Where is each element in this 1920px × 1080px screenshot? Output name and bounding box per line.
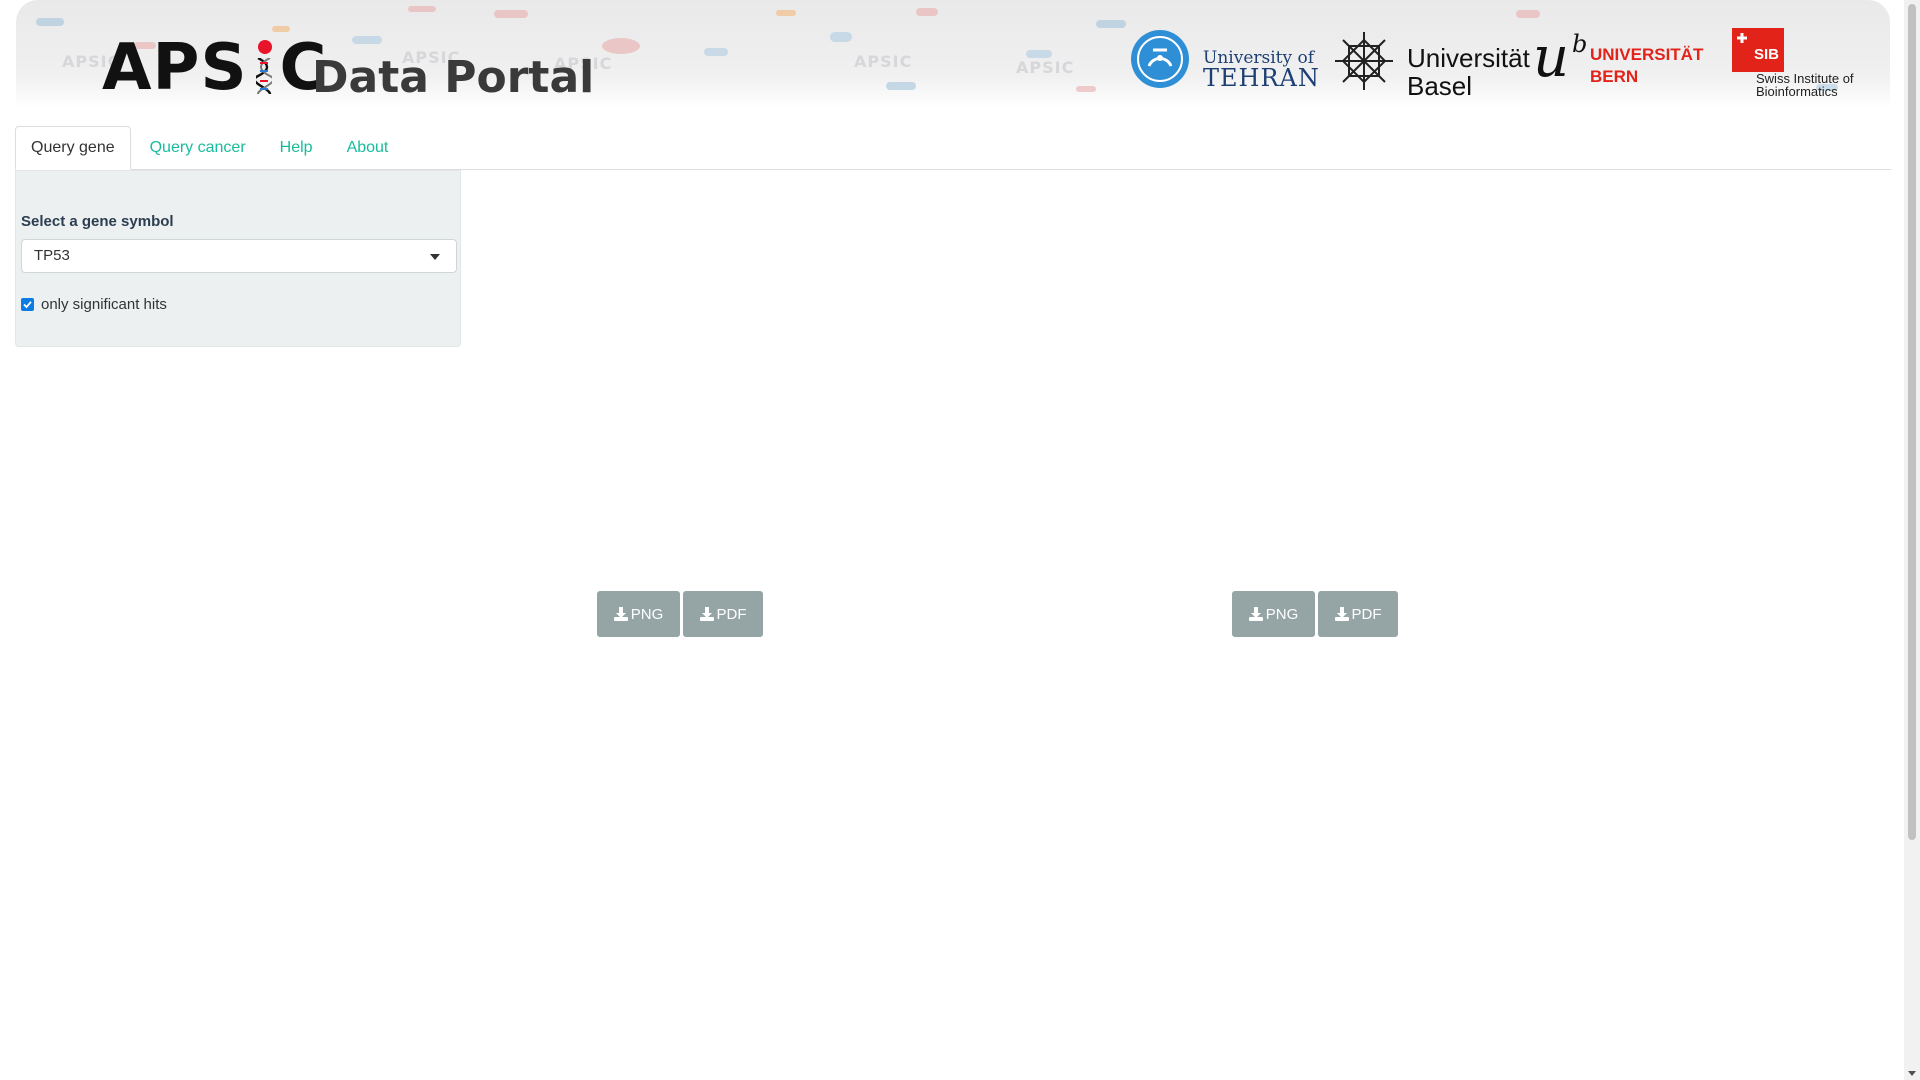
basel-line2: Basel bbox=[1407, 71, 1473, 101]
scroll-down-arrow-icon[interactable] bbox=[1908, 1071, 1916, 1076]
banner-watermark: APSIC bbox=[1016, 58, 1075, 77]
banner-decoration bbox=[704, 48, 728, 56]
banner-decoration bbox=[36, 18, 64, 26]
download-png-label: PNG bbox=[630, 605, 664, 623]
swiss-cross-icon bbox=[1737, 33, 1747, 43]
sib-box-label: SIB bbox=[1754, 46, 1780, 63]
banner-decoration bbox=[1096, 20, 1126, 28]
download-icon bbox=[699, 607, 714, 621]
query-sidebar: Select a gene symbol TP53 only significa… bbox=[15, 170, 461, 347]
bern-line2: BERN bbox=[1590, 67, 1639, 86]
banner-decoration bbox=[830, 32, 852, 42]
page-scrollbar[interactable] bbox=[1904, 0, 1920, 1080]
download-pdf-button-1[interactable]: PDF bbox=[683, 591, 763, 637]
tab-query-gene[interactable]: Query gene bbox=[15, 126, 131, 170]
basel-name: Universität Basel bbox=[1407, 44, 1530, 100]
tab-help[interactable]: Help bbox=[265, 127, 328, 169]
download-pdf-label: PDF bbox=[716, 605, 747, 623]
basel-star-icon bbox=[1335, 32, 1393, 90]
banner-decoration bbox=[352, 36, 382, 44]
basel-line1: Universität bbox=[1407, 43, 1530, 73]
download-pdf-button-2[interactable]: PDF bbox=[1318, 591, 1398, 637]
banner-decoration bbox=[494, 10, 528, 18]
scrollbar-thumb[interactable] bbox=[1908, 4, 1916, 840]
sib-line2: Bioinformatics bbox=[1756, 84, 1838, 99]
bern-u-logo: u bbox=[1533, 25, 1570, 90]
tehran-seal-icon bbox=[1131, 30, 1189, 88]
sib-name: Swiss Institute of Bioinformatics bbox=[1756, 72, 1854, 98]
significant-hits-row: only significant hits bbox=[21, 295, 167, 313]
apsic-logo-dot bbox=[257, 40, 272, 54]
download-png-button-1[interactable]: PNG bbox=[597, 591, 680, 637]
banner-decoration bbox=[886, 82, 916, 90]
download-icon bbox=[1248, 607, 1263, 621]
tab-about[interactable]: About bbox=[332, 127, 404, 169]
header-banner: APSIC APSIC APSIC APSIC APSIC APS C Data… bbox=[16, 0, 1890, 108]
gene-select-label: Select a gene symbol bbox=[21, 213, 174, 230]
significant-hits-checkbox[interactable] bbox=[21, 297, 34, 311]
tehran-name: University of TEHRAN bbox=[1203, 48, 1320, 92]
download-png-label: PNG bbox=[1265, 605, 1299, 623]
dna-helix-icon bbox=[255, 58, 272, 94]
download-icon bbox=[1334, 607, 1349, 621]
download-png-button-2[interactable]: PNG bbox=[1232, 591, 1315, 637]
significant-hits-label[interactable]: only significant hits bbox=[41, 296, 167, 313]
tehran-line2: TEHRAN bbox=[1203, 64, 1320, 92]
apsic-logo: APS C bbox=[102, 36, 328, 100]
banner-decoration bbox=[916, 8, 938, 16]
apsic-logo-left: APS bbox=[102, 31, 248, 105]
data-portal-title: Data Portal bbox=[312, 52, 595, 103]
bern-line1: UNIVERSITÄT bbox=[1590, 45, 1704, 64]
main-tabs: Query gene Query cancer Help About bbox=[15, 126, 1891, 170]
apsic-logo-i bbox=[254, 40, 274, 96]
bern-name: UNIVERSITÄT BERN bbox=[1590, 44, 1703, 88]
download-pdf-label: PDF bbox=[1351, 605, 1382, 623]
gene-select-value: TP53 bbox=[34, 247, 70, 264]
banner-decoration bbox=[408, 6, 436, 12]
banner-watermark: APSIC bbox=[854, 52, 913, 71]
banner-decoration bbox=[1076, 86, 1096, 92]
banner-decoration bbox=[602, 38, 640, 54]
download-icon bbox=[613, 607, 628, 621]
caret-down-icon bbox=[430, 254, 440, 260]
banner-decoration bbox=[776, 10, 796, 16]
banner-decoration bbox=[1516, 10, 1540, 18]
sib-logo: SIB bbox=[1732, 28, 1784, 72]
tab-query-cancer[interactable]: Query cancer bbox=[135, 127, 261, 169]
gene-select[interactable]: TP53 bbox=[21, 239, 457, 273]
bern-b-logo: b bbox=[1572, 30, 1588, 58]
check-icon bbox=[23, 300, 32, 308]
banner-decoration bbox=[1026, 50, 1052, 58]
